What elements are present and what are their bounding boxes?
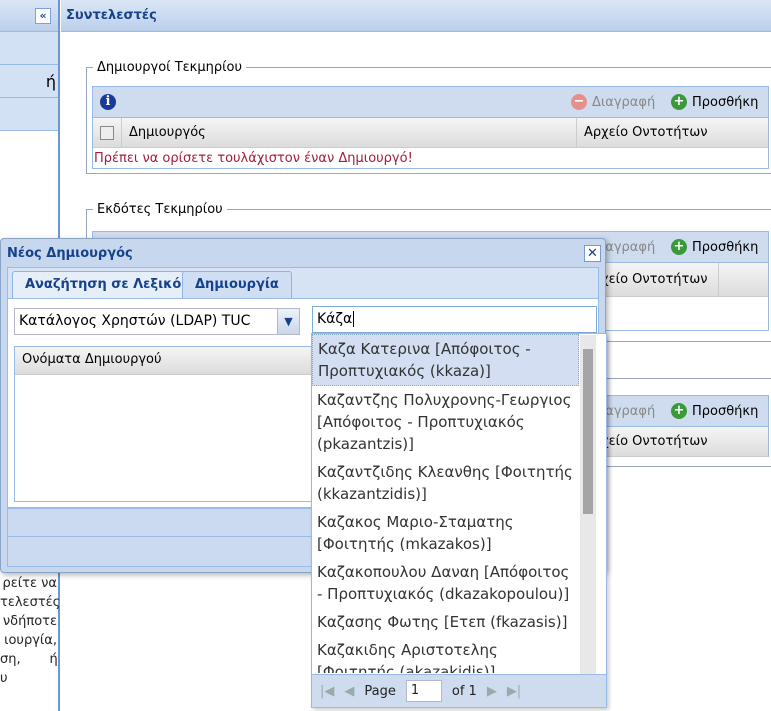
help-text: υ	[0, 671, 8, 686]
next-page-icon[interactable]: ▶	[487, 684, 497, 699]
add-button[interactable]: + Προσθήκη	[671, 94, 758, 110]
list-item[interactable]: Καζακοπουλου Δαναη [Απόφοιτος - Προπτυχι…	[312, 558, 579, 608]
info-icon[interactable]: i	[100, 94, 116, 110]
col-creator[interactable]: Δημιουργός	[129, 125, 206, 140]
page-count: of 1	[451, 683, 477, 699]
add-icon: +	[671, 239, 687, 255]
help-text: ση, ή	[0, 652, 58, 667]
list-item[interactable]: Καζαντζιδης Κλεανθης [Φοιτητής (kkazantz…	[312, 458, 579, 508]
tab-dictionary-search[interactable]: Αναζήτηση σε Λεξικό	[12, 271, 195, 298]
dialog-title: Νέος Δημιουργός	[7, 246, 133, 261]
sidebar-item[interactable]	[0, 32, 58, 65]
creators-legend: Δημιουργοί Τεκμηρίου	[97, 60, 242, 75]
tab-create[interactable]: Δημιουργία	[182, 271, 292, 298]
creators-grid: i − Διαγραφή + Προσθήκη Δημιουργός Αρχείο …	[92, 86, 769, 169]
publishers-legend: Εκδότες Τεκμηρίου	[97, 202, 223, 217]
pager: |◀ ◀ Page 1 of 1 ▶ ▶|	[312, 674, 606, 707]
names-grid: Ονόματα Δημιουργού	[14, 346, 314, 502]
close-icon[interactable]: ✕	[584, 245, 601, 262]
list-item[interactable]: Καζα Κατερινα [Απόφοιτος - Προπτυχιακός …	[312, 334, 579, 386]
page-title: Συντελεστές	[61, 0, 771, 32]
help-text: νδήποτε	[2, 614, 57, 629]
first-page-icon[interactable]: |◀	[320, 684, 334, 699]
add-button[interactable]: + Προσθήκη	[671, 239, 758, 255]
prev-page-icon[interactable]: ◀	[344, 684, 354, 699]
sidebar-item[interactable]: ή	[0, 65, 58, 98]
list-item[interactable]: Καζακιδης Αριστοτελης [Φοιτητής (akazaki…	[312, 636, 579, 673]
page-label: Page	[364, 683, 396, 699]
list-item[interactable]: Καζακος Μαριο-Σταματης [Φοιτητής (mkazak…	[312, 508, 579, 558]
col-names[interactable]: Ονόματα Δημιουργού	[22, 352, 162, 367]
delete-button[interactable]: −Διαγραφή	[571, 94, 655, 110]
add-icon: +	[671, 403, 687, 419]
remove-icon: −	[571, 94, 587, 110]
last-page-icon[interactable]: ▶|	[507, 684, 521, 699]
select-all-checkbox[interactable]	[100, 126, 114, 140]
col-authority[interactable]: Αρχείο Οντοτήτων	[584, 125, 707, 140]
add-icon: +	[671, 94, 687, 110]
autocomplete-dropdown: Καζα Κατερινα [Απόφοιτος - Προπτυχιακός …	[311, 333, 607, 708]
sidebar-item[interactable]	[0, 98, 58, 131]
list-item[interactable]: Καζασης Φωτης [Ετεπ (fkazasis)]	[312, 608, 579, 636]
page-input[interactable]: 1	[405, 680, 442, 702]
collapse-sidebar-icon[interactable]: «	[35, 8, 51, 24]
source-combo[interactable]: Κατάλογος Χρηστών (LDAP) TUC ▼	[14, 308, 300, 335]
help-text: ιουργία,	[4, 633, 57, 648]
error-message: Πρέπει να ορίσετε τουλάχιστον έναν Δημιο…	[94, 151, 413, 166]
help-text: ρείτε να	[2, 576, 58, 591]
chevron-down-icon[interactable]: ▼	[277, 309, 299, 334]
add-button[interactable]: + Προσθήκη	[671, 403, 758, 419]
help-text: τελεστές	[0, 595, 61, 610]
search-input[interactable]: Κάζα	[312, 306, 597, 333]
scrollbar[interactable]	[580, 335, 596, 674]
list-item[interactable]: Καζαντζης Πολυχρονης-Γεωργιος [Απόφοιτος…	[312, 386, 579, 458]
